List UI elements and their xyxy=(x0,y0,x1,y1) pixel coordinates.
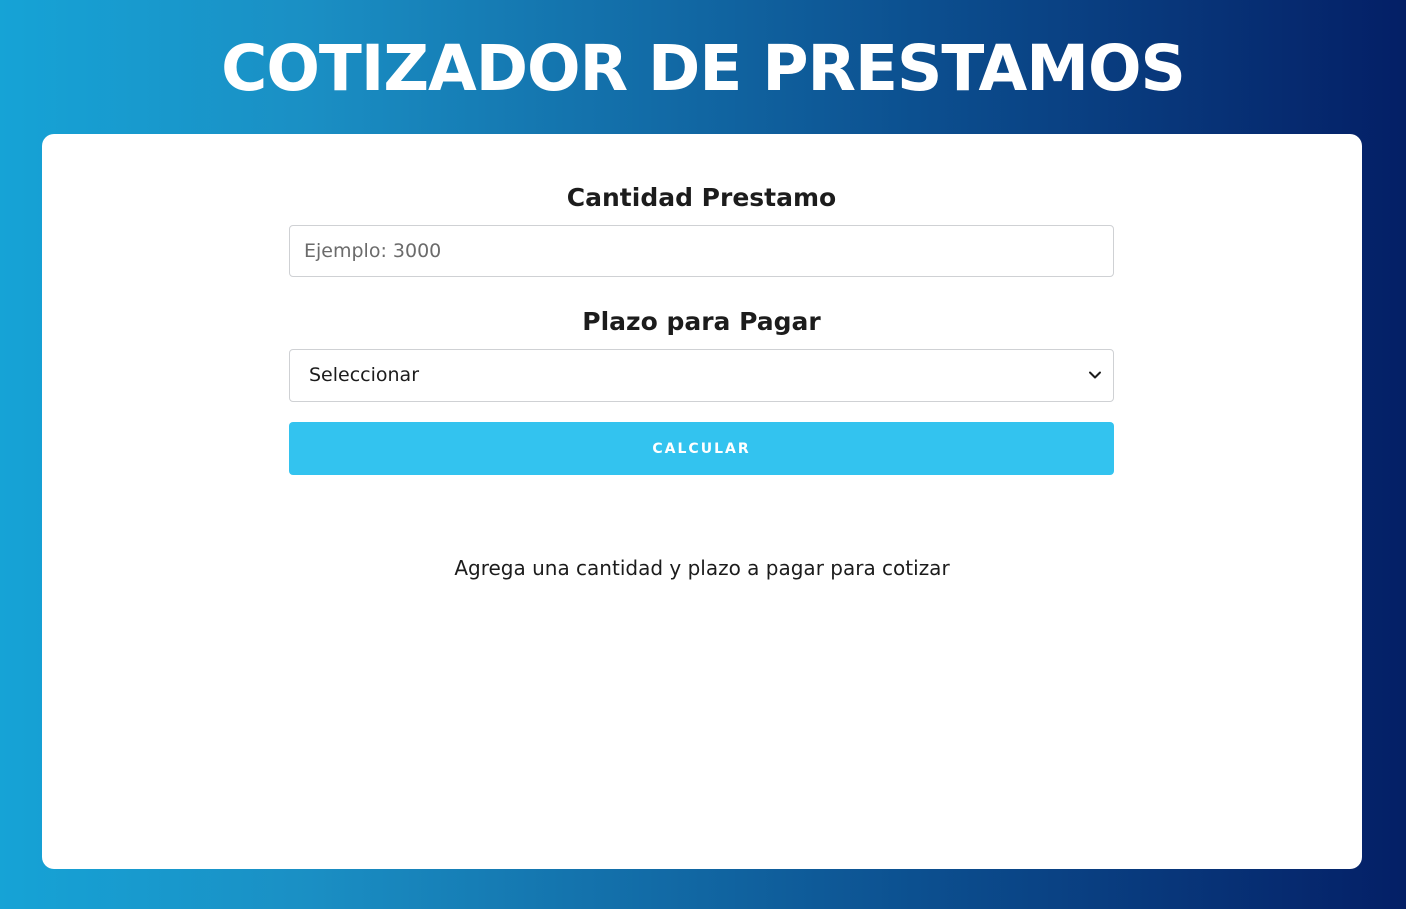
loan-quote-form: Cantidad Prestamo Plazo para Pagar Selec… xyxy=(289,134,1114,475)
result-message: Agrega una cantidad y plazo a pagar para… xyxy=(454,556,950,580)
term-select-value: Seleccionar xyxy=(309,364,420,386)
chevron-down-icon xyxy=(1089,371,1101,379)
term-label: Plazo para Pagar xyxy=(582,307,821,336)
term-select[interactable]: Seleccionar xyxy=(289,349,1114,402)
calculate-button[interactable]: CALCULAR xyxy=(289,422,1114,475)
amount-label: Cantidad Prestamo xyxy=(566,183,837,212)
quote-card: Cantidad Prestamo Plazo para Pagar Selec… xyxy=(42,134,1362,869)
amount-input[interactable] xyxy=(289,225,1114,277)
page-title: COTIZADOR DE PRESTAMOS xyxy=(221,32,1186,105)
